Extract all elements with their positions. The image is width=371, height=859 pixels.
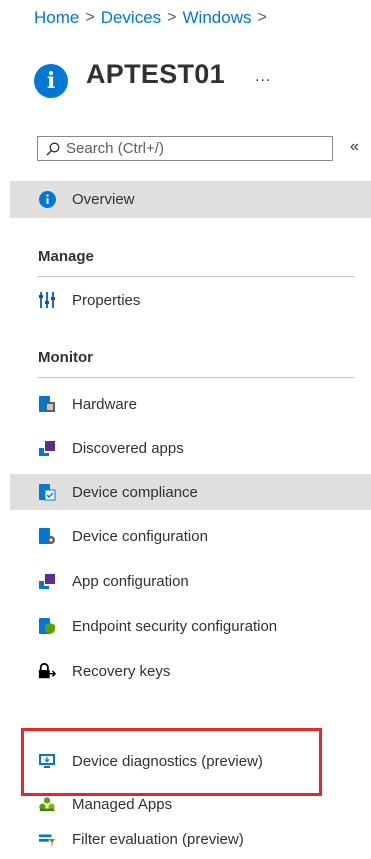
nav-item-properties[interactable]: Properties: [0, 282, 371, 318]
collapse-menu-button[interactable]: «: [350, 138, 359, 156]
highlight-annotation-box: [21, 728, 322, 796]
nav-label: Overview: [72, 191, 135, 208]
device-compliance-icon: [38, 483, 56, 501]
breadcrumb-separator: >: [167, 9, 177, 26]
breadcrumb-windows[interactable]: Windows: [183, 8, 252, 28]
nav-label: Device compliance: [72, 483, 198, 501]
nav-label: Managed Apps: [72, 795, 173, 813]
nav-item-recovery-keys[interactable]: Recovery keys: [0, 653, 371, 689]
nav-label: Recovery keys: [72, 662, 171, 680]
nav-item-device-configuration[interactable]: Device configuration: [0, 518, 371, 554]
nav-label: App configuration: [72, 572, 189, 590]
breadcrumb-home[interactable]: Home: [34, 8, 79, 28]
nav-label: Hardware: [72, 395, 138, 413]
properties-icon: [38, 291, 56, 309]
nav-item-app-configuration[interactable]: App configuration: [0, 563, 371, 599]
nav-label: Filter evaluation (preview): [72, 830, 244, 848]
search-box[interactable]: [37, 136, 333, 161]
page-title: APTEST01: [86, 58, 225, 89]
breadcrumb-separator: >: [85, 9, 95, 26]
nav-item-filter-evaluation[interactable]: Filter evaluation (preview): [0, 821, 371, 857]
search-icon: [46, 142, 60, 155]
nav-item-discovered-apps[interactable]: Discovered apps: [0, 430, 371, 466]
more-options-button[interactable]: ...: [255, 68, 271, 86]
breadcrumb-devices[interactable]: Devices: [101, 8, 161, 28]
breadcrumb: Home > Devices > Windows >: [34, 8, 273, 28]
section-header-manage: Manage: [38, 248, 94, 265]
recovery-keys-icon: [38, 662, 56, 680]
nav-label: Device configuration: [72, 527, 208, 545]
divider: [38, 276, 354, 277]
managed-apps-icon: [38, 795, 56, 813]
nav-label: Endpoint security configuration: [72, 617, 278, 635]
info-icon: [38, 191, 56, 209]
search-input[interactable]: [66, 140, 306, 157]
nav-item-endpoint-security-configuration[interactable]: Endpoint security configuration: [0, 608, 371, 644]
nav-item-hardware[interactable]: Hardware: [0, 386, 371, 422]
hardware-icon: [38, 395, 56, 413]
info-icon: i: [34, 64, 68, 98]
app-configuration-icon: [38, 572, 56, 590]
nav-label: Discovered apps: [72, 439, 184, 457]
divider: [38, 377, 354, 378]
filter-evaluation-icon: [38, 830, 56, 848]
breadcrumb-separator: >: [257, 9, 267, 26]
nav-item-overview[interactable]: Overview: [10, 181, 371, 218]
endpoint-security-icon: [38, 617, 56, 635]
nav-item-device-compliance[interactable]: Device compliance: [10, 474, 371, 510]
device-configuration-icon: [38, 527, 56, 545]
section-header-monitor: Monitor: [38, 349, 93, 366]
title-row: i APTEST01 ...: [34, 50, 271, 98]
nav-label: Properties: [72, 291, 141, 309]
discovered-apps-icon: [38, 439, 56, 457]
